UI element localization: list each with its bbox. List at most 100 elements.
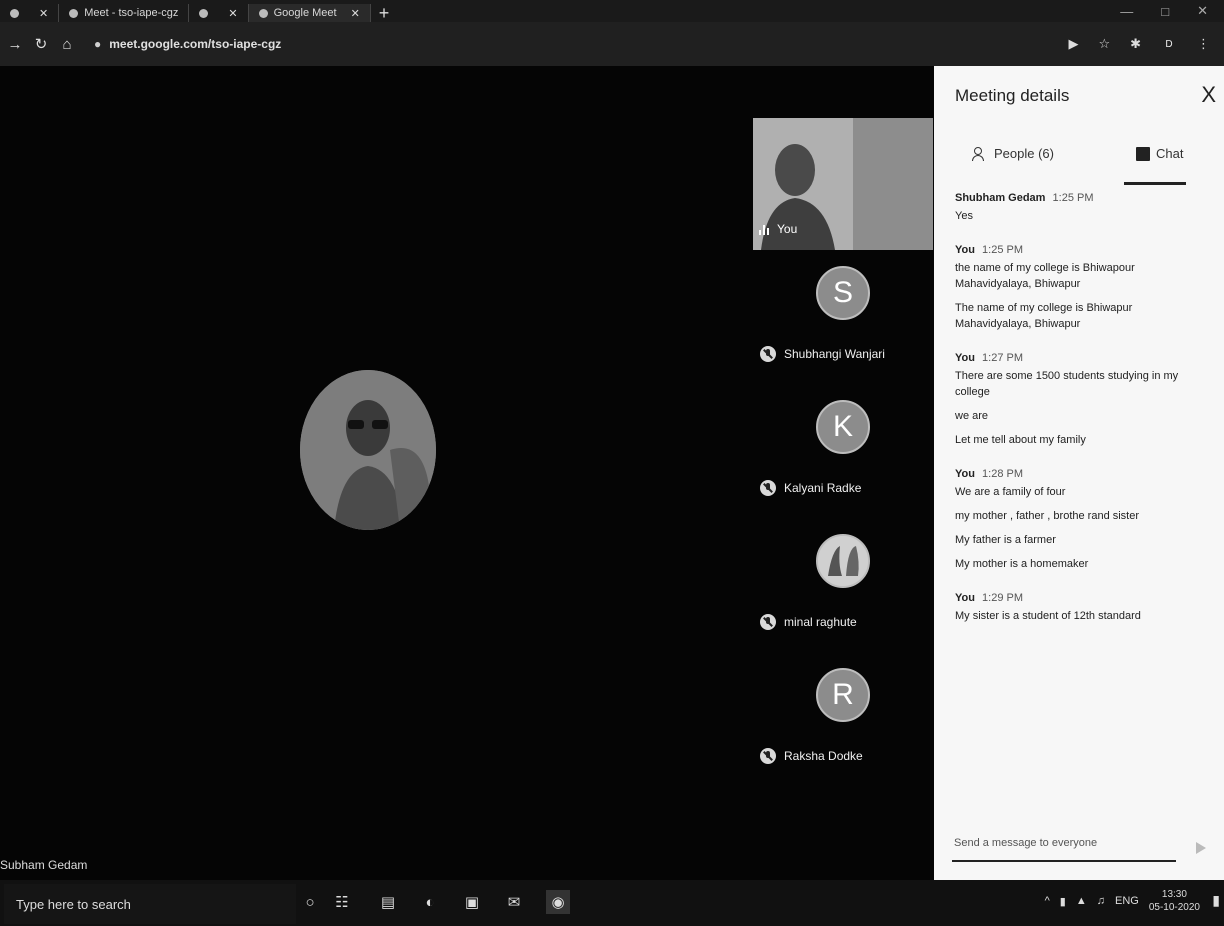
mic-off-icon — [760, 614, 776, 630]
message-text: The name of my college is Bhiwapur Mahav… — [955, 302, 1133, 330]
meeting-stage: Subham Gedam You S Shubhangi Wanjari K K… — [0, 66, 934, 880]
message-sender: You — [955, 592, 975, 604]
message-sender: You — [955, 352, 975, 364]
back-arrow-icon[interactable]: → — [4, 36, 26, 53]
chevron-up-icon[interactable]: ^ — [1045, 895, 1050, 907]
close-panel-button[interactable]: X — [1201, 82, 1216, 108]
message-time: 1:25 PM — [1052, 192, 1094, 204]
message-header: You 1:27 PM — [955, 350, 1205, 366]
home-icon[interactable]: ⌂ — [56, 36, 78, 53]
tab-title: Meet - tso-iape-cgz — [84, 7, 179, 19]
message-text: we are — [955, 410, 989, 422]
chat-message-input[interactable] — [952, 830, 1180, 856]
file-explorer-icon[interactable]: ▤ — [376, 890, 400, 914]
browser-tab[interactable]: ✕ — [189, 4, 249, 22]
participant-tile: minal raghute — [754, 534, 934, 646]
menu-kebab-icon[interactable]: ⋮ — [1197, 36, 1210, 52]
battery-icon[interactable]: ▮ — [1060, 895, 1066, 908]
message-text: We are a family of four — [955, 486, 1066, 498]
taskbar-search[interactable]: Type here to search — [4, 884, 296, 924]
browser-tab[interactable]: Meet - tso-iape-cgz — [59, 4, 190, 22]
tab-close-icon[interactable]: ✕ — [39, 7, 48, 20]
extension-icons: ▶ ☆ ✱ D ⋮ — [1068, 36, 1224, 52]
participant-tile: R Raksha Dodke — [754, 668, 934, 780]
speaking-indicator-icon — [759, 223, 769, 235]
chrome-icon[interactable]: ◉ — [546, 890, 570, 914]
language-indicator[interactable]: ENG — [1115, 895, 1139, 907]
puzzle-icon[interactable]: ✱ — [1130, 36, 1141, 52]
star-icon[interactable]: ☆ — [1098, 36, 1110, 52]
taskbar-search-text: Type here to search — [16, 896, 131, 912]
recording-dot-icon — [199, 8, 209, 18]
panel-title: Meeting details — [955, 86, 1070, 105]
restore-icon[interactable]: □ — [1161, 4, 1169, 19]
mic-off-icon — [760, 480, 776, 496]
message-text: my mother , father , brothe rand sister — [955, 510, 1140, 522]
tab-people[interactable]: People (6) — [972, 146, 1054, 161]
browser-tab-strip: ✕ Meet - tso-iape-cgz ✕ Google Meet ✕ + … — [0, 0, 1224, 22]
edge-icon[interactable]: ◐ — [418, 890, 442, 914]
tab-close-icon[interactable]: ✕ — [351, 7, 360, 20]
chat-message-list: Shubham Gedam 1:25 PM Yes You 1:25 PM th… — [955, 190, 1205, 800]
message-text: My mother is a homemaker — [955, 558, 1089, 570]
mic-off-icon — [760, 346, 776, 362]
minimize-icon[interactable]: — — [1120, 4, 1133, 19]
close-window-icon[interactable]: ✕ — [1197, 3, 1208, 19]
window-controls: — □ ✕ — [1120, 0, 1224, 22]
message-time: 1:29 PM — [982, 592, 1023, 604]
message-time: 1:25 PM — [982, 244, 1023, 256]
clock-date: 05-10-2020 — [1148, 902, 1200, 913]
profile-avatar[interactable]: D — [1161, 36, 1177, 52]
network-icon[interactable]: ▲ — [1076, 895, 1087, 907]
presenter-name: Subham Gedam — [0, 858, 88, 872]
address-bar[interactable]: ● meet.google.com/tso-iape-cgz — [88, 30, 934, 58]
chat-input-container — [952, 830, 1180, 862]
volume-icon[interactable]: ♫ — [1097, 895, 1105, 907]
chat-message-group: You 1:29 PM My sister is a student of 12… — [955, 590, 1205, 624]
clock-time: 13:30 — [1161, 889, 1187, 900]
browser-tab[interactable]: ✕ — [0, 4, 60, 22]
url-text: meet.google.com/tso-iape-cgz — [109, 37, 282, 51]
store-icon[interactable]: ▣ — [460, 890, 484, 914]
task-view-icon[interactable]: ☷ — [330, 890, 354, 914]
tab-favicon-icon — [258, 8, 268, 18]
participant-tile: K Kalyani Radke — [754, 400, 934, 512]
message-sender: You — [955, 244, 975, 256]
people-icon — [972, 146, 988, 161]
participant-avatar-photo — [816, 534, 870, 588]
tab-chat[interactable]: Chat — [1136, 146, 1183, 161]
message-text: Let me tell about my family — [955, 434, 1086, 446]
message-text: My father is a farmer — [955, 534, 1056, 546]
message-header: You 1:25 PM — [955, 242, 1205, 258]
camera-icon[interactable]: ▶ — [1068, 36, 1078, 52]
chat-message-group: You 1:27 PM There are some 1500 students… — [955, 350, 1205, 448]
mail-icon[interactable]: ✉ — [502, 890, 526, 914]
send-icon[interactable] — [1196, 842, 1206, 854]
message-time: 1:27 PM — [982, 352, 1023, 364]
message-text: My sister is a student of 12th standard — [955, 610, 1141, 622]
self-video-tile: You — [753, 118, 933, 250]
message-header: You 1:28 PM — [955, 466, 1205, 482]
reload-icon[interactable]: ↻ — [30, 35, 52, 53]
browser-toolbar: → ↻ ⌂ ● meet.google.com/tso-iape-cgz ▶ ☆… — [0, 22, 1224, 66]
new-tab-button[interactable]: + — [371, 4, 398, 22]
message-time: 1:28 PM — [982, 468, 1023, 480]
tab-favicon-icon — [69, 8, 79, 18]
mic-off-icon — [760, 748, 776, 764]
tab-close-icon[interactable]: ✕ — [228, 7, 237, 20]
active-tab-indicator — [1124, 182, 1186, 185]
participant-name: Kalyani Radke — [784, 481, 862, 495]
self-name: You — [777, 222, 798, 236]
browser-tab-active[interactable]: Google Meet ✕ — [248, 4, 371, 22]
participant-name: Raksha Dodke — [784, 749, 863, 763]
message-text: Yes — [955, 210, 973, 222]
participant-tile: S Shubhangi Wanjari — [754, 266, 934, 378]
taskbar-clock[interactable]: 13:30 05-10-2020 — [1149, 888, 1200, 914]
notification-center-icon[interactable]: ▮ — [1212, 892, 1220, 909]
participant-label: Shubhangi Wanjari — [760, 346, 885, 362]
cortana-icon[interactable]: ○ — [298, 890, 322, 914]
chat-message-group: Shubham Gedam 1:25 PM Yes — [955, 190, 1205, 224]
participant-name: minal raghute — [784, 615, 857, 629]
message-sender: Shubham Gedam — [955, 192, 1046, 204]
message-header: You 1:29 PM — [955, 590, 1205, 606]
